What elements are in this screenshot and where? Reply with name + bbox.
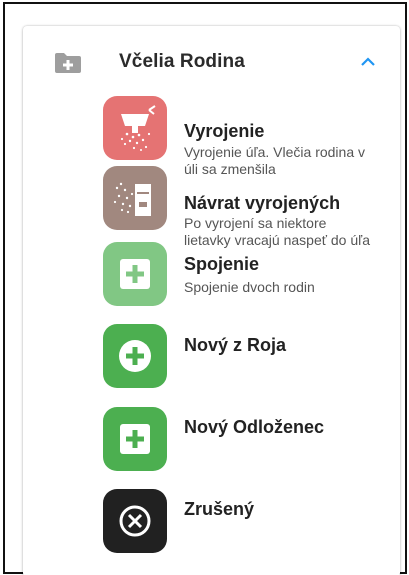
plus-box-icon [103,407,167,471]
plus-circle-icon [103,324,167,388]
menu-card: Včelia Rodina Vyrojenie Vyrojenie úľa. V… [23,26,400,575]
menu-item-vyrojenie[interactable]: Vyrojenie Vyrojenie úľa. Vlečia rodina v… [23,96,400,177]
menu-item-navrat-vyrojenych[interactable]: Návrat vyrojených Po vyrojení sa niektor… [23,166,400,248]
screen-frame: Včelia Rodina Vyrojenie Vyrojenie úľa. V… [3,2,407,575]
item-title: Spojenie [184,254,260,274]
item-desc-line-1: Po vyrojení sa niektore [184,215,327,231]
item-title: Nový Odloženec [184,417,325,437]
item-title: Nový z Roja [184,335,287,355]
item-title: Zrušený [184,499,255,519]
swarm-icon [103,96,167,160]
item-title: Návrat vyrojených [184,193,341,213]
item-desc-line-1: Spojenie dvoch rodin [184,279,315,295]
folder-plus-icon [55,53,81,73]
close-circle-icon [103,489,167,553]
hive-return-icon [103,166,167,230]
menu-item-zruseny[interactable]: Zrušený [23,489,400,559]
item-desc-line-1: Vyrojenie úľa. Vlečia rodina v [184,144,365,160]
section-title: Včelia Rodina [119,51,245,72]
section-header-vcelia-rodina[interactable]: Včelia Rodina [23,26,400,98]
menu-item-spojenie[interactable]: Spojenie Spojenie dvoch rodin [23,242,400,312]
menu-item-novy-odlozenec[interactable]: Nový Odloženec [23,407,400,477]
menu-item-novy-z-roja[interactable]: Nový z Roja [23,324,400,394]
item-title: Vyrojenie [184,121,265,141]
chevron-up-icon[interactable] [360,54,376,68]
plus-box-icon [103,242,167,306]
